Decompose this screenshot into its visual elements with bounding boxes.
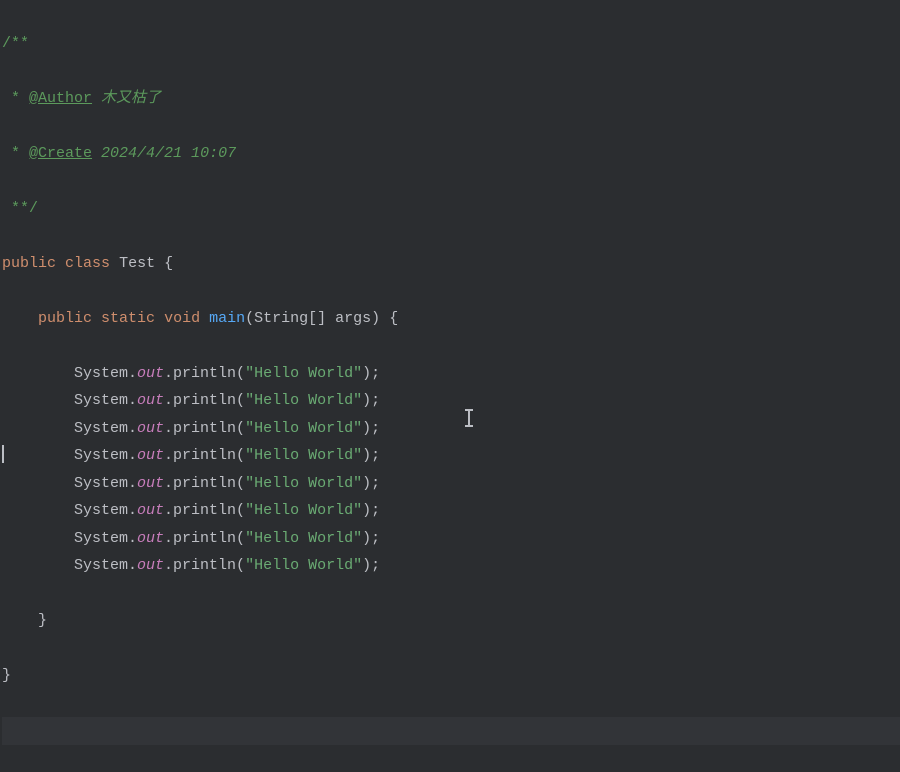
- out-field: out: [137, 420, 164, 437]
- out-field: out: [137, 530, 164, 547]
- out-field: out: [137, 447, 164, 464]
- keyword-static: static: [101, 310, 155, 327]
- code-line: public static void main(String[] args) {: [2, 305, 900, 333]
- code-line: System.out.println("Hello World");: [2, 360, 900, 388]
- current-line: [2, 717, 900, 745]
- code-editor[interactable]: /** * @Author 木又枯了 * @Create 2024/4/21 1…: [0, 0, 900, 772]
- keyword-class: class: [65, 255, 110, 272]
- out-field: out: [137, 365, 164, 382]
- author-name: 木又枯了: [101, 90, 161, 107]
- system-ref: System.: [74, 392, 137, 409]
- method-name-main: main: [209, 310, 245, 327]
- string-literal: "Hello World": [245, 392, 362, 409]
- system-ref: System.: [74, 365, 137, 382]
- println-call: .println(: [164, 475, 245, 492]
- comment-marker: /**: [2, 35, 29, 52]
- code-line: System.out.println("Hello World");: [2, 525, 900, 553]
- println-call: .println(: [164, 392, 245, 409]
- println-call: .println(: [164, 365, 245, 382]
- string-literal: "Hello World": [245, 420, 362, 437]
- code-line: * @Create 2024/4/21 10:07: [2, 140, 900, 168]
- system-ref: System.: [74, 530, 137, 547]
- keyword-public: public: [2, 255, 56, 272]
- create-date: 2024/4/21 10:07: [101, 145, 236, 162]
- out-field: out: [137, 392, 164, 409]
- println-call: .println(: [164, 420, 245, 437]
- keyword-public: public: [38, 310, 92, 327]
- system-ref: System.: [74, 420, 137, 437]
- code-line: System.out.println("Hello World");: [2, 442, 900, 470]
- system-ref: System.: [74, 447, 137, 464]
- brace-close: }: [38, 612, 47, 629]
- text-cursor-icon: [468, 410, 470, 426]
- out-field: out: [137, 502, 164, 519]
- doc-tag-author: @Author: [29, 90, 92, 107]
- code-line: public class Test {: [2, 250, 900, 278]
- string-literal: "Hello World": [245, 447, 362, 464]
- code-line: **/: [2, 195, 900, 223]
- system-ref: System.: [74, 502, 137, 519]
- caret: [2, 445, 4, 463]
- system-ref: System.: [74, 557, 137, 574]
- code-line: System.out.println("Hello World");: [2, 387, 900, 415]
- doc-tag-create: @Create: [29, 145, 92, 162]
- code-line: System.out.println("Hello World");: [2, 470, 900, 498]
- method-params: String[] args: [254, 310, 371, 327]
- string-literal: "Hello World": [245, 502, 362, 519]
- code-line: }: [2, 607, 900, 635]
- code-line: /**: [2, 30, 900, 58]
- code-line: * @Author 木又枯了: [2, 85, 900, 113]
- println-call: .println(: [164, 502, 245, 519]
- string-literal: "Hello World": [245, 365, 362, 382]
- println-call: .println(: [164, 447, 245, 464]
- code-line: System.out.println("Hello World");: [2, 497, 900, 525]
- keyword-void: void: [164, 310, 200, 327]
- comment-marker: **/: [2, 200, 38, 217]
- println-call: .println(: [164, 557, 245, 574]
- string-literal: "Hello World": [245, 530, 362, 547]
- string-literal: "Hello World": [245, 557, 362, 574]
- system-ref: System.: [74, 475, 137, 492]
- comment-marker: *: [2, 90, 29, 107]
- out-field: out: [137, 557, 164, 574]
- brace-close: }: [2, 667, 11, 684]
- code-line: System.out.println("Hello World");: [2, 552, 900, 580]
- code-line: }: [2, 662, 900, 690]
- comment-marker: *: [2, 145, 29, 162]
- code-line: System.out.println("Hello World");: [2, 415, 900, 443]
- out-field: out: [137, 475, 164, 492]
- class-name: Test: [119, 255, 155, 272]
- string-literal: "Hello World": [245, 475, 362, 492]
- println-call: .println(: [164, 530, 245, 547]
